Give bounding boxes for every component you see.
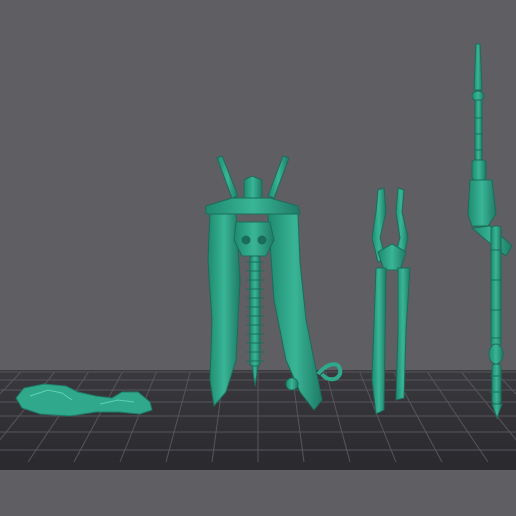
- build-plate: [0, 370, 516, 470]
- 3d-viewport[interactable]: [0, 0, 516, 516]
- staff-weapon-piece[interactable]: [467, 43, 513, 420]
- scene-canvas[interactable]: [0, 0, 516, 516]
